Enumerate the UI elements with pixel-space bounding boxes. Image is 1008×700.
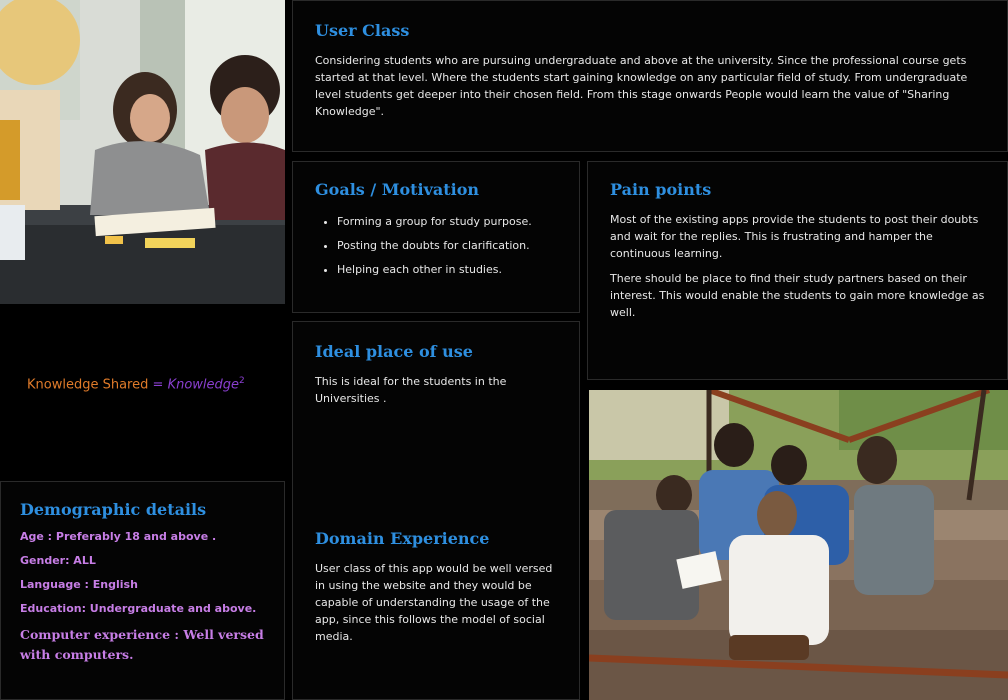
ideal-domain-card: Ideal place of use This is ideal for the… <box>292 321 580 700</box>
formula-left: Knowledge Shared <box>27 377 149 393</box>
goals-item: Helping each other in studies. <box>337 261 557 278</box>
demographic-title: Demographic details <box>20 500 207 519</box>
goals-card: Goals / Motivation Forming a group for s… <box>292 161 580 313</box>
domain-experience-body: User class of this app would be well ver… <box>315 562 553 643</box>
ideal-place-body: This is ideal for the students in the Un… <box>315 375 507 405</box>
demographic-language: Language : English <box>20 578 138 591</box>
students-studying-illustration <box>0 0 285 304</box>
demographic-card: Demographic details Age : Preferably 18 … <box>0 481 285 700</box>
pain-points-title: Pain points <box>610 180 712 199</box>
demographic-gender: Gender: ALL <box>20 554 96 567</box>
goals-list: Forming a group for study purpose. Posti… <box>315 213 557 278</box>
pain-points-para-2: There should be place to find their stud… <box>610 272 985 319</box>
group-study-illustration <box>589 390 1008 700</box>
group-study-stairs-photo <box>589 390 1008 700</box>
goals-title: Goals / Motivation <box>315 180 480 199</box>
formula-right: Knowledge <box>167 377 240 393</box>
goals-item: Forming a group for study purpose. <box>337 213 557 230</box>
goals-item: Posting the doubts for clarification. <box>337 237 557 254</box>
students-studying-photo <box>0 0 285 304</box>
formula-exponent: 2 <box>239 376 245 386</box>
pain-points-para-1: Most of the existing apps provide the st… <box>610 213 979 260</box>
demographic-age: Age : Preferably 18 and above . <box>20 530 217 543</box>
knowledge-formula: Knowledge Shared = Knowledge2 <box>27 376 245 392</box>
formula-equals: = <box>152 377 164 393</box>
user-class-card: User Class Considering students who are … <box>292 0 1008 152</box>
pain-points-card: Pain points Most of the existing apps pr… <box>587 161 1008 380</box>
user-class-title: User Class <box>315 21 410 40</box>
ideal-place-title: Ideal place of use <box>315 342 473 361</box>
demographic-computer: Computer experience : Well versed with c… <box>20 627 264 662</box>
domain-experience-title: Domain Experience <box>315 529 490 548</box>
demographic-education: Education: Undergraduate and above. <box>20 602 257 615</box>
user-class-body: Considering students who are pursuing un… <box>315 54 968 118</box>
